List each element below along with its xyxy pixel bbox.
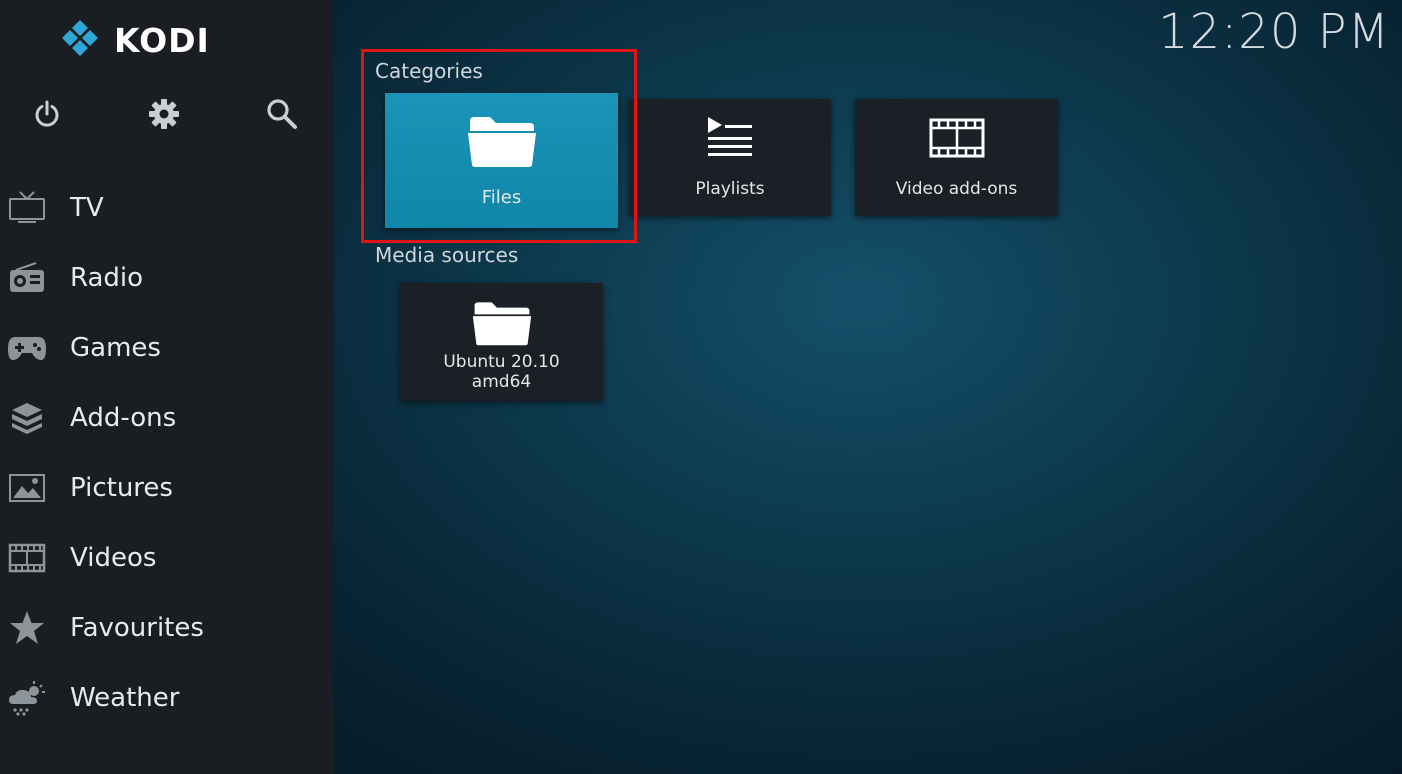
sidebar-item-label: Videos bbox=[70, 543, 157, 573]
kodi-logo-text: KODI bbox=[114, 20, 210, 60]
tile-playlists[interactable]: Playlists bbox=[629, 99, 831, 216]
tile-label: Video add-ons bbox=[895, 179, 1018, 199]
media-sources-heading: Media sources bbox=[375, 243, 519, 267]
picture-icon bbox=[7, 468, 47, 508]
film-icon bbox=[855, 117, 1058, 159]
sidebar-item-label: Weather bbox=[70, 683, 180, 713]
sidebar-item-favourites[interactable]: Favourites bbox=[0, 598, 334, 658]
settings-button[interactable] bbox=[144, 94, 184, 134]
tile-label-line2: amd64 bbox=[471, 372, 532, 392]
tile-files[interactable]: Files bbox=[385, 93, 618, 228]
sidebar-item-weather[interactable]: Weather bbox=[0, 668, 334, 728]
categories-heading: Categories bbox=[375, 59, 483, 83]
folder-icon bbox=[400, 299, 603, 347]
gamepad-icon bbox=[7, 328, 47, 368]
sidebar-item-label: TV bbox=[70, 193, 104, 223]
search-button[interactable] bbox=[262, 94, 302, 134]
tile-label: Playlists bbox=[695, 179, 765, 199]
addons-box-icon bbox=[7, 398, 47, 438]
sidebar-item-label: Radio bbox=[70, 263, 144, 293]
tile-label: Files bbox=[481, 187, 522, 208]
folder-icon bbox=[385, 113, 618, 169]
clock: 12:20 PM bbox=[1158, 4, 1390, 60]
playlist-icon bbox=[629, 115, 831, 159]
sidebar-item-label: Games bbox=[70, 333, 161, 363]
power-button[interactable] bbox=[27, 94, 67, 134]
sidebar-item-label: Favourites bbox=[70, 613, 204, 643]
power-icon bbox=[35, 100, 59, 127]
tile-video-addons[interactable]: Video add-ons bbox=[855, 99, 1058, 216]
tile-media-source-ubuntu[interactable]: Ubuntu 20.10 amd64 bbox=[400, 283, 603, 401]
radio-icon bbox=[7, 258, 47, 298]
star-icon bbox=[7, 608, 47, 648]
sidebar-item-label: Add-ons bbox=[70, 403, 177, 433]
sidebar-item-addons[interactable]: Add-ons bbox=[0, 388, 334, 448]
film-icon bbox=[7, 538, 47, 578]
search-icon bbox=[267, 99, 297, 129]
gear-icon bbox=[149, 99, 179, 129]
kodi-logo-icon bbox=[62, 20, 98, 56]
sidebar-item-videos[interactable]: Videos bbox=[0, 528, 334, 588]
kodi-logo: KODI bbox=[58, 18, 210, 62]
sidebar-item-pictures[interactable]: Pictures bbox=[0, 458, 334, 518]
sidebar-item-tv[interactable]: TV bbox=[0, 178, 334, 238]
tv-icon bbox=[7, 188, 47, 228]
sidebar-item-label: Pictures bbox=[70, 473, 173, 503]
sidebar-item-radio[interactable]: Radio bbox=[0, 248, 334, 308]
weather-icon bbox=[7, 678, 47, 718]
tile-label-line1: Ubuntu 20.10 bbox=[443, 352, 560, 372]
sidebar-item-games[interactable]: Games bbox=[0, 318, 334, 378]
sidebar: KODI TV Radio Games Add-ons Pictures Vid… bbox=[0, 0, 334, 774]
